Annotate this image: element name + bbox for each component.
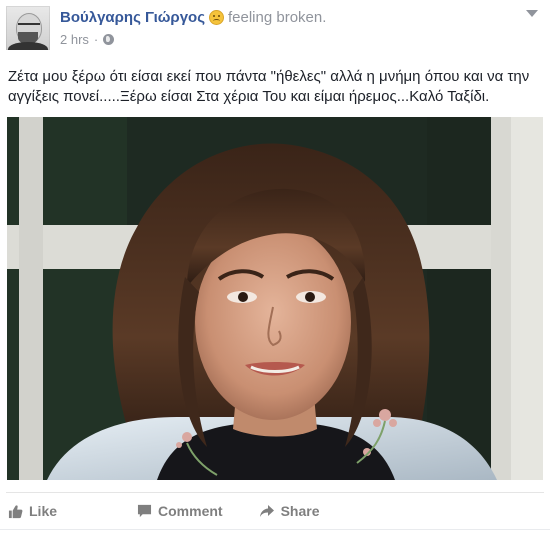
- comment-bubble-icon: [137, 504, 152, 518]
- share-button[interactable]: Share: [259, 503, 320, 519]
- sad-face-emoji-icon: [209, 10, 224, 25]
- share-arrow-icon: [259, 505, 274, 517]
- post-text: Ζέτα μου ξέρω ότι είσαι εκεί που πάντα "…: [8, 68, 530, 105]
- meta-separator: ·: [93, 32, 99, 47]
- post-feeling-text: feeling broken.: [228, 9, 327, 26]
- post-author-name[interactable]: Βούλγαρης Γιώργος: [60, 9, 205, 26]
- post-photo[interactable]: [7, 117, 543, 480]
- post-timestamp[interactable]: 2 hrs: [60, 32, 89, 47]
- post-meta: 2 hrs ·: [60, 32, 115, 47]
- post-author-avatar[interactable]: [6, 6, 50, 50]
- post-header: Βούλγαρης Γιώργος feeling broken.: [60, 9, 326, 26]
- comment-label: Comment: [158, 503, 223, 519]
- post-bottom-border: [0, 529, 550, 530]
- globe-icon[interactable]: [103, 34, 115, 45]
- post-actions-bar: Like Comment Share: [8, 500, 320, 522]
- like-button[interactable]: Like: [8, 503, 57, 519]
- comment-button[interactable]: Comment: [137, 503, 223, 519]
- like-label: Like: [29, 503, 58, 519]
- thumbs-up-icon: [8, 504, 23, 518]
- share-label: Share: [280, 503, 320, 519]
- post-options-chevron-down-icon[interactable]: [526, 10, 538, 17]
- actions-divider: [6, 492, 544, 493]
